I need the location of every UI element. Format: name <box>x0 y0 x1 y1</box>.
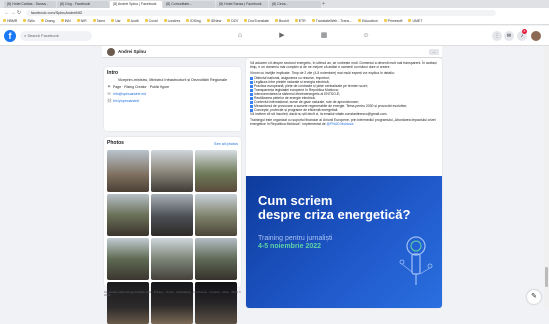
menu-icon[interactable]: ⋮ <box>492 31 502 41</box>
bookmark-item[interactable]: TranslateWeb - Trans... <box>311 19 352 23</box>
page-category-row: ⚑ Page · Rising Creator · Public figure <box>107 84 170 90</box>
photo-thumbnail[interactable] <box>107 238 149 280</box>
photo-grid <box>107 150 238 324</box>
bookmark-item[interactable]: Covid <box>144 19 158 23</box>
messenger-icon[interactable]: ✉ <box>504 31 514 41</box>
groups-icon[interactable]: ☺ <box>360 31 372 41</box>
profile-avatar[interactable] <box>107 47 115 56</box>
photo-thumbnail[interactable] <box>195 194 237 236</box>
url-input[interactable]: facebook.com/SpinuAndreiMD <box>26 9 496 16</box>
browser-tab[interactable]: (8) Hotel Caritas - Sansa... <box>4 1 56 8</box>
bookmark-item[interactable]: Tamo <box>92 19 105 23</box>
bookmark-item[interactable]: DocTranslate <box>244 19 269 23</box>
browser-tab-bar: (8) Hotel Caritas - Sansa... (8) Dog - F… <box>0 0 549 8</box>
mail-icon: ✉ <box>107 91 111 96</box>
facebook-top-nav: f ⌕ Search Facebook ⌂ ▶ ▦ ☺ ⋮ ✉ ♪ 6 <box>0 26 549 46</box>
bookmark-item[interactable]: Londres <box>163 19 180 23</box>
browser-tab[interactable]: (8) Hotel Sansa | Facebook <box>216 1 268 8</box>
bookmark-item[interactable]: UMET <box>408 19 422 23</box>
email-link[interactable]: info@spinuandrei.md <box>113 92 146 96</box>
bookmark-item[interactable]: Orang <box>40 19 55 23</box>
bookmark-item[interactable]: DZV <box>227 19 238 23</box>
profile-header-bar: Andrei Spînu ... <box>102 46 442 58</box>
microphone-icon <box>399 236 433 285</box>
website-row: ⛓ bit.ly/spinuandrei <box>107 98 238 104</box>
page-footer-links: Information about Page Insights data · P… <box>104 290 242 298</box>
banner-dates: 4-5 noiembrie 2022 <box>258 243 322 250</box>
see-all-photos-link[interactable]: See all photos <box>214 142 238 146</box>
website-link[interactable]: bit.ly/spinuandrei <box>113 99 139 103</box>
bookmark-item[interactable]: Primesoft <box>383 19 402 23</box>
intro-description: Viceprim-ministru, Ministrul Infrastruct… <box>117 78 228 82</box>
new-tab-button[interactable]: + <box>322 1 328 8</box>
watch-icon[interactable]: ▶ <box>276 31 288 41</box>
bookmark-item[interactable]: INN <box>60 19 71 23</box>
bookmarks-bar: HBMR SWo Orang INN NIR Tamo Usr Audit Co… <box>0 17 549 25</box>
photo-thumbnail[interactable] <box>195 238 237 280</box>
page-scrollbar[interactable] <box>544 47 549 309</box>
bookmark-item[interactable]: ETR <box>294 19 306 23</box>
bookmark-item[interactable]: NIR <box>76 19 87 23</box>
post-card: Vă aducem cît despre sectorul energetic,… <box>246 58 442 308</box>
photo-thumbnail[interactable] <box>151 238 193 280</box>
banner-title: Cum scriem despre criza energetică? <box>258 193 411 222</box>
photos-card: Photos See all photos <box>104 137 241 324</box>
profile-name[interactable]: Andrei Spînu <box>118 49 146 54</box>
bookmark-item[interactable]: IDNew <box>206 19 221 23</box>
photo-thumbnail[interactable] <box>151 150 193 192</box>
home-icon[interactable]: ⌂ <box>234 31 246 41</box>
photos-title: Photos <box>107 140 124 146</box>
bookmark-item[interactable]: IDSing <box>186 19 201 23</box>
post-paragraph: Trainingul este organizat cu suportul fi… <box>250 117 436 126</box>
photo-thumbnail[interactable] <box>195 150 237 192</box>
notification-badge: 6 <box>522 29 527 34</box>
flag-icon: ⚑ <box>107 84 111 89</box>
photo-thumbnail[interactable] <box>151 194 193 236</box>
intro-card: Intro Viceprim-ministru, Ministrul Infra… <box>104 67 241 131</box>
photo-thumbnail[interactable] <box>107 194 149 236</box>
bookmark-item[interactable]: HBMR <box>3 19 17 23</box>
photo-thumbnail[interactable] <box>107 150 149 192</box>
link-icon: ⛓ <box>107 98 113 103</box>
search-input[interactable]: ⌕ Search Facebook <box>20 31 92 41</box>
email-row: ✉ info@spinuandrei.md <box>107 91 238 97</box>
address-bar-row: ← → ↻ facebook.com/SpinuAndreiMD <box>0 8 549 17</box>
scrollbar-thumb[interactable] <box>545 267 548 287</box>
intro-title: Intro <box>107 70 119 76</box>
new-message-button[interactable]: ✎ <box>527 290 541 304</box>
browser-tab[interactable]: (8) Ceva... <box>269 1 321 8</box>
photo-thumbnail[interactable] <box>195 282 237 324</box>
photo-thumbnail[interactable] <box>151 282 193 324</box>
bookmark-item[interactable]: Bookit <box>274 19 289 23</box>
browser-tab[interactable]: (8) Dog - Facebook <box>57 1 109 8</box>
banner-subtitle: Training pentru jurnaliști <box>258 235 333 242</box>
post-paragraph: Vinom cu invitjile implicate. Timp de 2 … <box>250 70 395 75</box>
more-options-button[interactable]: ... <box>429 49 439 55</box>
facebook-logo[interactable]: f <box>4 30 16 42</box>
post-image-banner[interactable]: Cum scriem despre criza energetică? Trai… <box>246 176 442 308</box>
post-paragraph: Vă aducem cît despre sectorul energetic,… <box>250 61 437 69</box>
post-paragraph: Vă invitem cît să înscrieți, dacă nu ști… <box>250 112 388 116</box>
post-text: Vă aducem cît despre sectorul energetic,… <box>246 58 442 130</box>
mention-link[interactable]: @PNUD Moldova <box>327 122 354 126</box>
reload-icon[interactable]: ↻ <box>16 10 22 16</box>
photo-thumbnail[interactable] <box>107 282 149 324</box>
account-avatar[interactable] <box>531 31 541 41</box>
marketplace-icon[interactable]: ▦ <box>318 31 330 41</box>
bookmark-item[interactable]: Audit <box>126 19 139 23</box>
bookmark-item[interactable]: Education <box>358 19 378 23</box>
browser-tab[interactable]: (8) Comunitate... <box>163 1 215 8</box>
bookmark-item[interactable]: Usr <box>111 19 121 23</box>
browser-tab-active[interactable]: (8) Andrei Spinu | Facebook <box>110 1 162 8</box>
bookmark-item[interactable]: SWo <box>23 19 35 23</box>
